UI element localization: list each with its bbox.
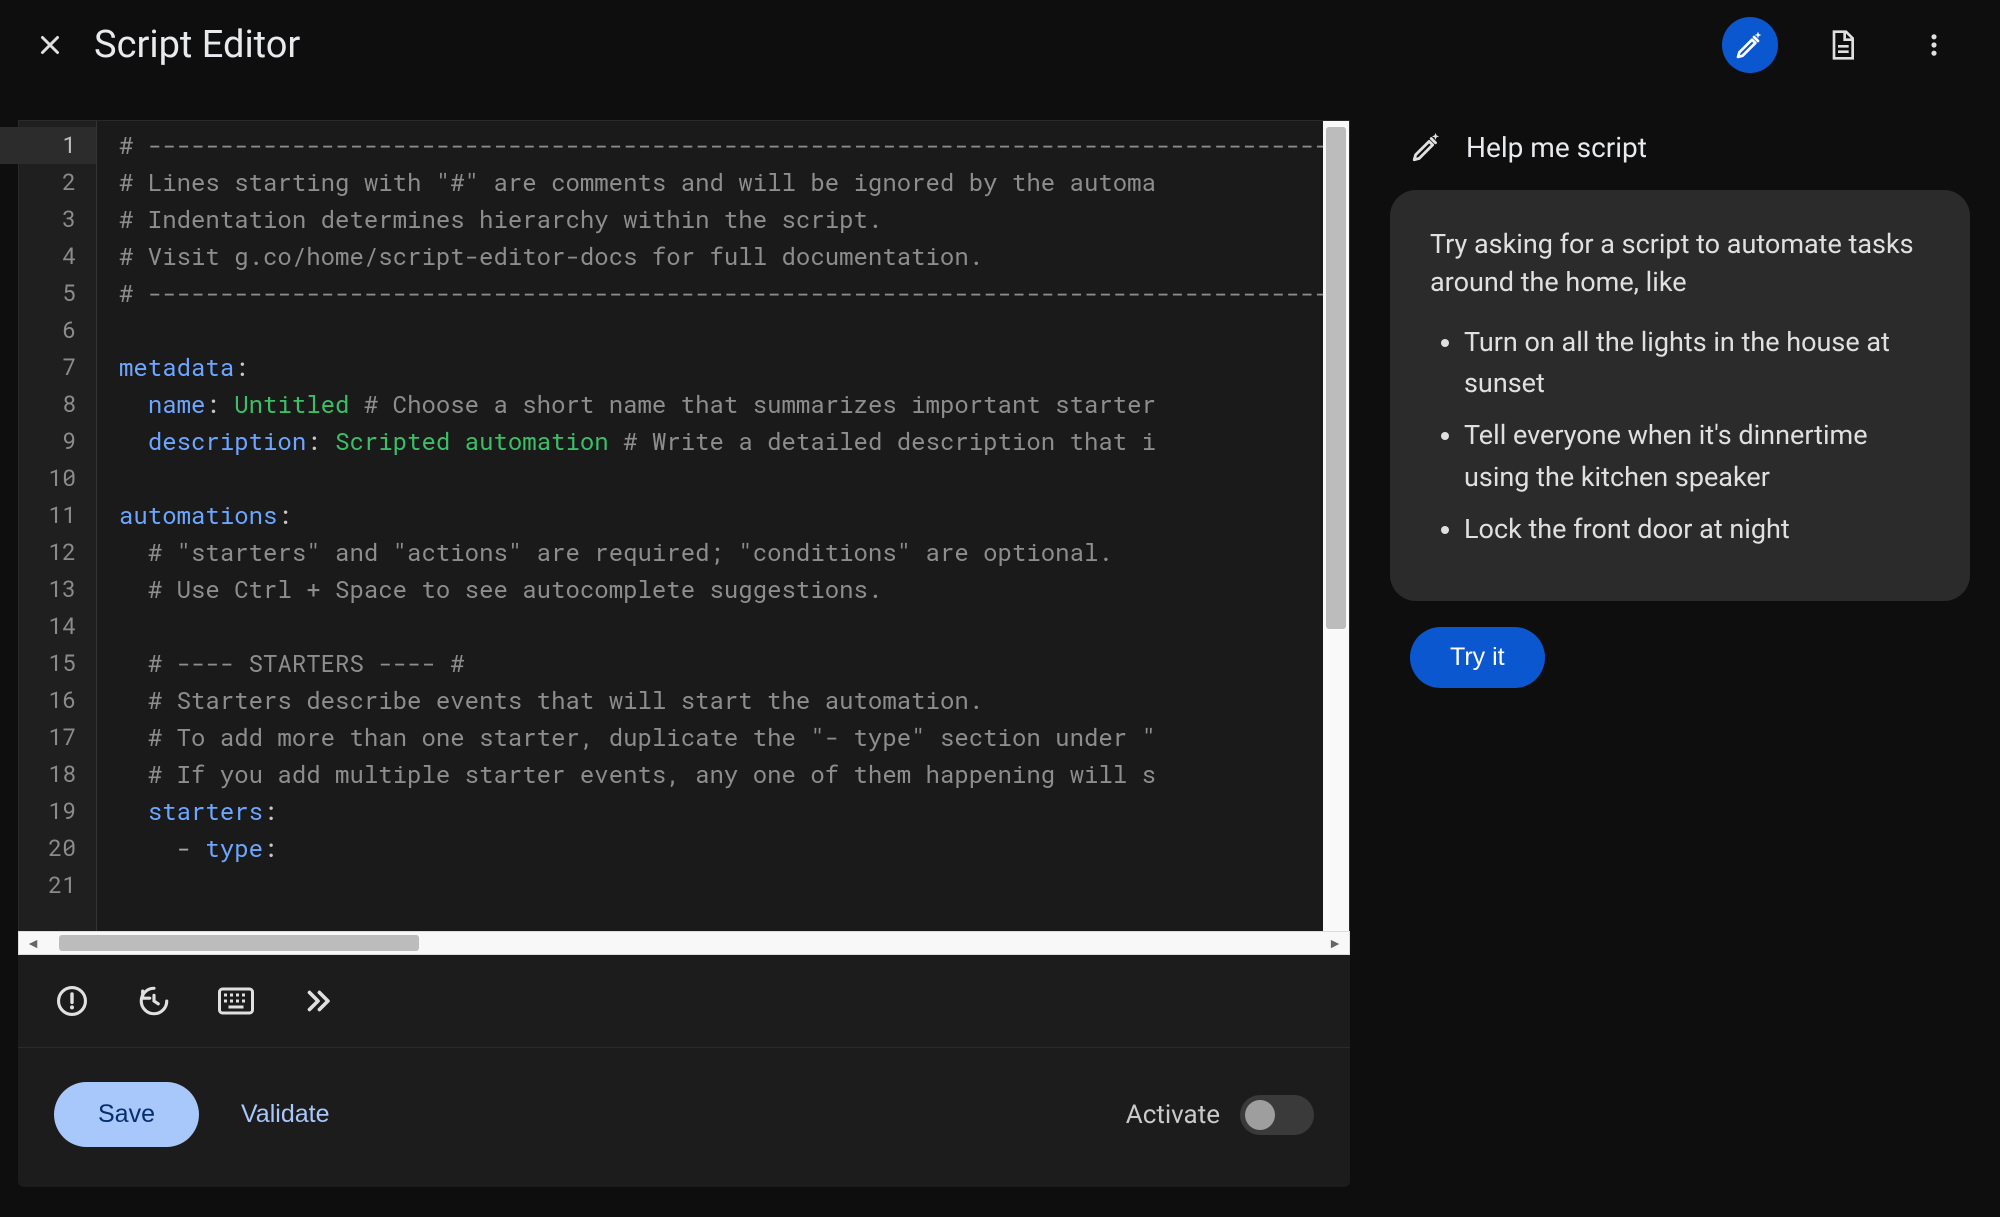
help-panel: Help me script Try asking for a script t… <box>1390 120 1970 1187</box>
suggestion-lead: Try asking for a script to automate task… <box>1430 226 1930 302</box>
errors-button[interactable] <box>54 983 90 1019</box>
line-number: 14 <box>19 608 76 645</box>
page-title: Script Editor <box>94 23 300 67</box>
suggestion-item: Tell everyone when it's dinnertime using… <box>1464 415 1930 499</box>
code-line[interactable]: automations: <box>119 497 1323 534</box>
code-line[interactable]: # --------------------------------------… <box>119 127 1323 164</box>
line-number: 8 <box>19 386 76 423</box>
code-line[interactable] <box>119 867 1323 904</box>
code-line[interactable]: metadata: <box>119 349 1323 386</box>
action-row: Save Validate Activate <box>18 1048 1350 1187</box>
suggestion-item: Turn on all the lights in the house at s… <box>1464 322 1930 406</box>
code-line[interactable] <box>119 608 1323 645</box>
horizontal-scrollbar[interactable]: ◄ ► <box>18 931 1350 955</box>
line-number: 12 <box>19 534 76 571</box>
vertical-scroll-thumb[interactable] <box>1326 127 1346 629</box>
code-line[interactable]: - type: <box>119 830 1323 867</box>
suggestion-list: Turn on all the lights in the house at s… <box>1430 322 1930 551</box>
body: 123456789101112131415161718192021 # ----… <box>0 90 2000 1217</box>
line-number: 6 <box>19 312 76 349</box>
vertical-scrollbar[interactable] <box>1323 121 1349 931</box>
code-line[interactable]: # Lines starting with "#" are comments a… <box>119 164 1323 201</box>
history-button[interactable] <box>136 983 172 1019</box>
line-number: 20 <box>19 830 76 867</box>
keyboard-button[interactable] <box>218 983 254 1019</box>
app-root: Script Editor 12345678910111213141516171… <box>0 0 2000 1217</box>
code-line[interactable]: # "starters" and "actions" are required;… <box>119 534 1323 571</box>
code-line[interactable]: # To add more than one starter, duplicat… <box>119 719 1323 756</box>
code-line[interactable]: # --------------------------------------… <box>119 275 1323 312</box>
save-button[interactable]: Save <box>54 1082 199 1147</box>
line-number: 19 <box>19 793 76 830</box>
scroll-left-arrow[interactable]: ◄ <box>21 935 45 952</box>
help-me-script-toggle[interactable] <box>1722 17 1778 73</box>
help-panel-title: Help me script <box>1466 131 1647 164</box>
line-number: 13 <box>19 571 76 608</box>
code-content[interactable]: # --------------------------------------… <box>97 121 1323 931</box>
line-number-gutter: 123456789101112131415161718192021 <box>19 121 97 931</box>
document-button[interactable] <box>1814 17 1870 73</box>
suggestion-item: Lock the front door at night <box>1464 509 1930 551</box>
line-number: 10 <box>19 460 76 497</box>
code-line[interactable]: name: Untitled # Choose a short name tha… <box>119 386 1323 423</box>
magic-pen-icon <box>1734 29 1766 61</box>
code-line[interactable] <box>119 312 1323 349</box>
editor-pane: 123456789101112131415161718192021 # ----… <box>18 120 1350 1187</box>
code-editor[interactable]: 123456789101112131415161718192021 # ----… <box>18 120 1350 931</box>
suggestion-card: Try asking for a script to automate task… <box>1390 190 1970 601</box>
more-menu-button[interactable] <box>1906 17 1962 73</box>
try-it-button[interactable]: Try it <box>1410 627 1545 688</box>
code-line[interactable] <box>119 460 1323 497</box>
keyboard-icon <box>218 986 254 1016</box>
line-number: 15 <box>19 645 76 682</box>
line-number: 3 <box>19 201 76 238</box>
activate-label: Activate <box>1126 1100 1220 1130</box>
header: Script Editor <box>0 0 2000 90</box>
line-number: 7 <box>19 349 76 386</box>
help-panel-header: Help me script <box>1390 130 1970 164</box>
close-button[interactable] <box>28 23 72 67</box>
code-line[interactable]: # Use Ctrl + Space to see autocomplete s… <box>119 571 1323 608</box>
code-line[interactable]: # Visit g.co/home/script-editor-docs for… <box>119 238 1323 275</box>
validate-button[interactable]: Validate <box>235 1090 336 1139</box>
line-number: 16 <box>19 682 76 719</box>
scroll-right-arrow[interactable]: ► <box>1323 935 1347 952</box>
header-right <box>1722 17 1972 73</box>
error-icon <box>55 984 89 1018</box>
line-number: 21 <box>19 867 76 904</box>
line-number: 18 <box>19 756 76 793</box>
code-line[interactable]: # If you add multiple starter events, an… <box>119 756 1323 793</box>
magic-pen-icon <box>1410 130 1444 164</box>
code-line[interactable]: # Starters describe events that will sta… <box>119 682 1323 719</box>
line-number: 17 <box>19 719 76 756</box>
header-left: Script Editor <box>28 23 300 67</box>
line-number: 11 <box>19 497 76 534</box>
line-number: 2 <box>19 164 76 201</box>
code-line[interactable]: description: Scripted automation # Write… <box>119 423 1323 460</box>
switch-knob <box>1245 1100 1275 1130</box>
expand-button[interactable] <box>300 983 336 1019</box>
line-number: 4 <box>19 238 76 275</box>
code-line[interactable]: starters: <box>119 793 1323 830</box>
line-number: 5 <box>19 275 76 312</box>
code-line[interactable]: # Indentation determines hierarchy withi… <box>119 201 1323 238</box>
horizontal-scroll-thumb[interactable] <box>59 935 419 951</box>
activate-group: Activate <box>1126 1095 1314 1135</box>
chevrons-right-icon <box>301 984 335 1018</box>
line-number: 1 <box>0 127 96 164</box>
code-line[interactable]: # ---- STARTERS ---- # <box>119 645 1323 682</box>
close-icon <box>35 30 65 60</box>
document-icon <box>1826 29 1858 61</box>
more-vert-icon <box>1920 31 1948 59</box>
activate-switch[interactable] <box>1240 1095 1314 1135</box>
history-icon <box>137 984 171 1018</box>
line-number: 9 <box>19 423 76 460</box>
editor-tool-row <box>18 955 1350 1047</box>
